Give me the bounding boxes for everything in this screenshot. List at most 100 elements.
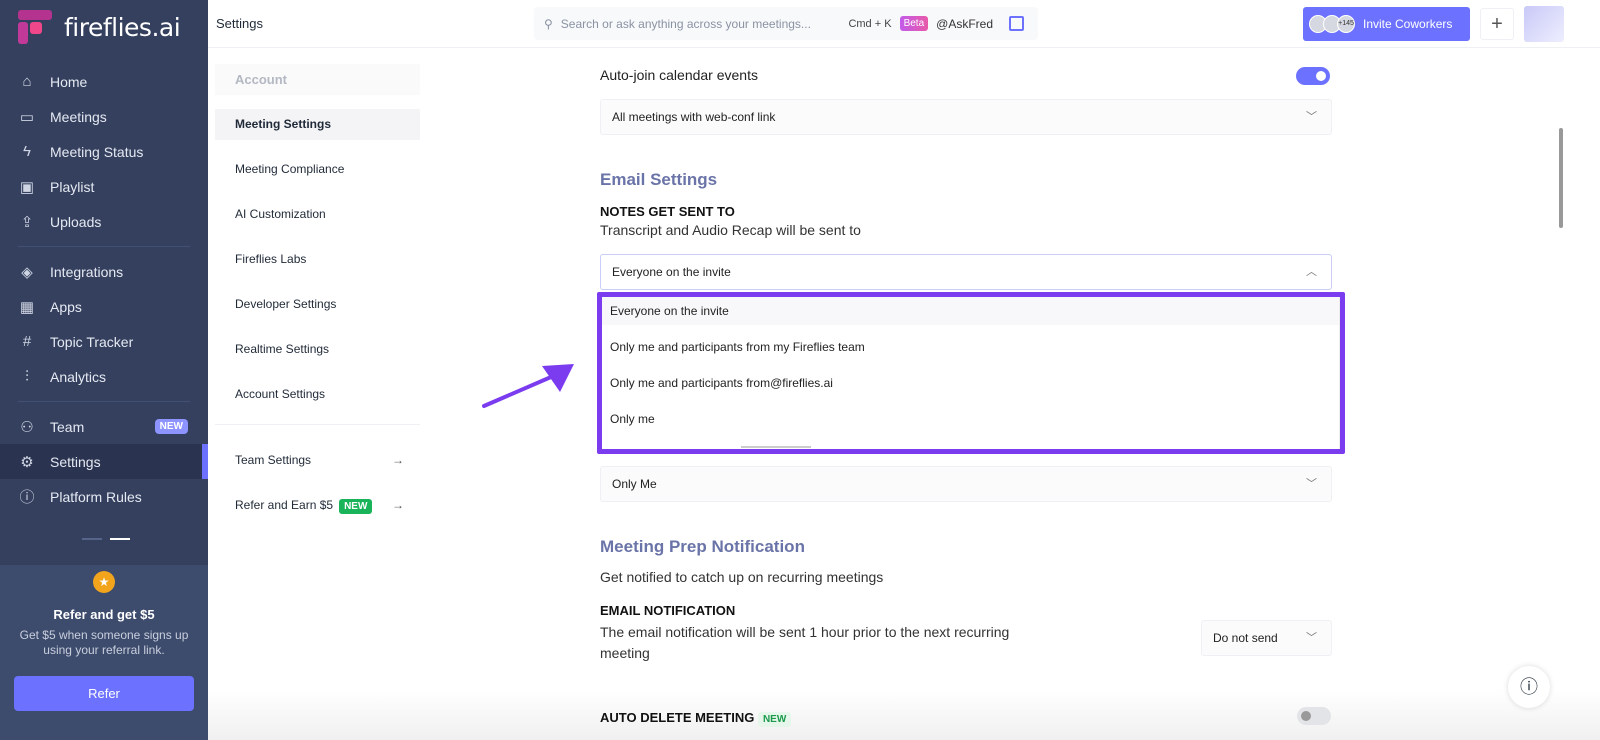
askfred-label[interactable]: @AskFred [936,17,993,31]
sidebar-item-analytics[interactable]: ⫶ Analytics [0,359,208,394]
refer-text: Get $5 when someone signs up using your … [19,628,189,657]
sidebar-item-label: Analytics [50,368,107,385]
help-button[interactable]: ⓘ [1508,666,1550,708]
subnav-team-settings[interactable]: Team Settings → [215,445,420,476]
annotation-arrow-icon [482,364,574,408]
email-notification-desc: The email notification will be sent 1 ho… [600,624,1010,661]
sidebar-item-label: Integrations [50,263,124,280]
sidebar-item-meeting-status[interactable]: ϟ Meeting Status [0,134,208,169]
invite-coworkers-button[interactable]: +145 Invite Coworkers [1303,7,1470,41]
auto-delete-toggle[interactable] [1297,707,1331,725]
sidebar-item-meetings[interactable]: ▭ Meetings [0,99,208,134]
sidebar-item-team[interactable]: ⚇ Team NEW [0,409,208,444]
search-icon: ⚲ [544,16,553,31]
sidebar-item-label: Settings [50,453,101,470]
autojoin-label: Auto-join calendar events [600,67,758,83]
sidebar-item-home[interactable]: ⌂ Home [0,64,208,99]
chevron-down-icon: ﹀ [1306,478,1317,490]
subnav-developer-settings[interactable]: Developer Settings [215,289,420,320]
topbar: Settings ⚲ Search or ask anything across… [208,0,1600,48]
label: AUTO DELETE MEETING [600,710,755,725]
sidebar-item-topic-tracker[interactable]: # Topic Tracker [0,324,208,359]
subnav-refer-earn[interactable]: Refer and Earn $5 NEW → [215,490,420,521]
meeting-status-icon: ϟ [23,143,31,160]
label: Team Settings [235,453,312,467]
meetings-icon: ▭ [19,108,35,126]
sidebar: fireflies.ai ⌂ Home ▭ Meetings ϟ Meeting Stat… [0,0,208,740]
avatar-count: +145 [1337,15,1355,33]
email-notification-heading: EMAIL NOTIFICATION [600,603,736,618]
dropdown-option[interactable]: Everyone on the invite [601,297,1339,325]
sidebar-item-label: Uploads [50,213,102,230]
subnav-meeting-compliance[interactable]: Meeting Compliance [215,154,420,185]
select-value: Do not send [1213,631,1278,645]
sidebar-item-apps[interactable]: ▦ Apps [0,289,208,324]
dropdown-option[interactable]: Only me and participants from my Firefli… [601,325,1339,361]
subnav-account-settings[interactable]: Account Settings [215,379,420,410]
chevron-down-icon: ﹀ [1306,632,1317,644]
home-icon: ⌂ [22,73,32,90]
logo[interactable]: fireflies.ai [0,0,208,54]
apps-icon: ▦ [19,298,35,316]
sidebar-item-label: Platform Rules [50,488,142,505]
plus-button[interactable]: + [1480,8,1514,40]
notes-sent-to-heading: NOTES GET SENT TO [600,204,735,219]
sidebar-item-settings[interactable]: ⚙ Settings [0,444,208,479]
topic-tracker-icon: # [22,333,32,350]
sidebar-item-label: Playlist [50,178,95,195]
integrations-icon: ◈ [21,263,33,281]
sidebar-item-platform-rules[interactable]: ⓘ Platform Rules [0,479,208,514]
arrow-right-icon: → [392,498,404,512]
settings-icon: ⚙ [20,453,34,471]
notes-recipient-dropdown: Everyone on the invite Only me and partic… [600,296,1340,451]
subnav-ai-customization[interactable]: AI Customization [215,199,420,230]
divider [215,424,420,425]
arrow-right-icon: → [392,453,404,467]
dropdown-option[interactable]: Only me [601,397,1339,433]
fireflies-logo-icon [18,10,52,44]
analytics-icon: ⫶ [25,368,29,385]
sidebar-item-label: Team [50,418,85,435]
sidebar-item-label: Meeting Status [50,143,144,160]
dropdown-option[interactable]: Only me and participants from@fireflies.… [601,361,1339,397]
second-recipient-select[interactable]: Only Me ﹀ [600,466,1332,502]
search-input[interactable]: ⚲ Search or ask anything across your mee… [534,7,1038,40]
sidebar-item-label: Meetings [50,108,107,125]
carousel-dots[interactable] [82,538,130,540]
scrollbar[interactable] [1559,128,1563,228]
subnav-realtime-settings[interactable]: Realtime Settings [215,334,420,365]
uploads-icon: ⇪ [20,213,34,231]
invite-label: Invite Coworkers [1363,17,1453,31]
select-value: Only Me [612,477,657,491]
sidebar-item-playlist[interactable]: ▣ Playlist [0,169,208,204]
checkbox-icon[interactable] [1009,16,1024,31]
subnav-meeting-settings[interactable]: Meeting Settings [215,109,420,140]
partially-hidden-option[interactable] [741,446,811,448]
email-notification-select[interactable]: Do not send ﹀ [1201,620,1332,656]
sidebar-item-uploads[interactable]: ⇪ Uploads [0,204,208,239]
autojoin-select[interactable]: All meetings with web-conf link ﹀ [600,99,1332,135]
bottom-fade [208,690,1600,740]
team-icon: ⚇ [20,418,34,436]
sidebar-item-integrations[interactable]: ◈ Integrations [0,254,208,289]
chevron-up-icon: ︿ [1306,266,1317,278]
chevron-down-icon: ﹀ [1306,111,1317,123]
settings-nav: Account Meeting Settings Meeting Complian… [215,64,420,535]
subnav-fireflies-labs[interactable]: Fireflies Labs [215,244,420,275]
select-value: All meetings with web-conf link [612,110,776,124]
refer-title: Refer and get $5 [53,607,155,622]
refer-card: ★ Refer and get $5 Get $5 when someone s… [0,565,208,740]
help-icon: ⓘ [1520,677,1538,697]
sidebar-item-label: Home [50,73,88,90]
coin-icon: ★ [93,571,115,593]
select-value: Everyone on the invite [612,265,731,279]
prep-desc: Get notified to catch up on recurring me… [600,569,884,585]
new-badge: NEW [339,499,373,514]
profile-avatar[interactable] [1524,6,1564,42]
platform-rules-icon: ⓘ [19,489,35,506]
new-badge: NEW [757,712,792,727]
notes-recipient-select[interactable]: Everyone on the invite ︿ [600,254,1332,290]
autojoin-toggle[interactable] [1296,67,1330,85]
refer-button[interactable]: Refer [14,676,194,711]
label: Refer and Earn $5 [235,498,334,512]
